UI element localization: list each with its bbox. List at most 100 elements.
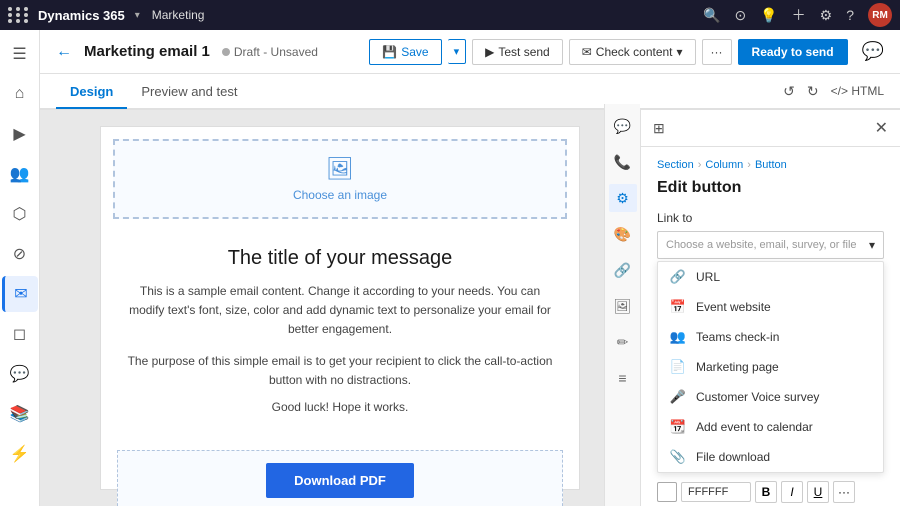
- image-icon: 🖼: [326, 156, 354, 182]
- expand-icon[interactable]: ⊞: [649, 112, 669, 145]
- sidebar-item-contacts[interactable]: 👥: [2, 156, 38, 192]
- voice-survey-icon: 🎤: [670, 389, 686, 405]
- link-option-url[interactable]: 🔗 URL: [658, 262, 883, 292]
- teams-icon: 👥: [670, 329, 686, 345]
- breadcrumb-sep2: ›: [747, 159, 751, 171]
- sidebar-item-segments[interactable]: ⬡: [2, 196, 38, 232]
- bold-button[interactable]: B: [755, 481, 777, 503]
- url-icon: 🔗: [670, 269, 686, 285]
- add-icon[interactable]: ＋: [792, 5, 806, 25]
- left-sidebar: ☰ ⌂ ▶ 👥 ⬡ ⊘ ✉ ◻ 💬 📚 ⚡: [0, 30, 40, 506]
- edit-panel: Section › Column › Button Edit button Li…: [641, 147, 900, 506]
- underline-button[interactable]: U: [807, 481, 829, 503]
- tab-preview[interactable]: Preview and test: [127, 76, 251, 109]
- undo-button[interactable]: ↺: [783, 83, 795, 100]
- image-panel-icon[interactable]: 🖼: [609, 292, 637, 320]
- help-icon[interactable]: ?: [846, 7, 854, 23]
- email-button-section[interactable]: Download PDF: [117, 450, 563, 506]
- avatar[interactable]: RM: [868, 3, 892, 27]
- link-option-marketing-page[interactable]: 📄 Marketing page: [658, 352, 883, 382]
- close-panel-button[interactable]: ✕: [871, 110, 892, 146]
- email-body-text1[interactable]: This is a sample email content. Change i…: [125, 282, 555, 340]
- email-text-section: The title of your message This is a samp…: [101, 231, 579, 442]
- image-placeholder-label: Choose an image: [293, 188, 387, 202]
- link-dropdown-menu: 🔗 URL 📅 Event website 👥 Teams check-in 📄…: [657, 261, 884, 473]
- calendar-icon: 📆: [670, 419, 686, 435]
- ready-to-send-button[interactable]: Ready to send: [738, 39, 848, 65]
- sidebar-item-recent[interactable]: ▶: [2, 116, 38, 152]
- italic-button[interactable]: I: [781, 481, 803, 503]
- right-panel: ⊞ ✕ Section › Column › Button Edit butto…: [640, 110, 900, 506]
- top-nav-icons: 🔍 ⊙ 💡 ＋ ⚙ ? RM: [703, 3, 892, 27]
- brand-caret-icon[interactable]: ▾: [135, 10, 140, 21]
- link-option-voice-survey[interactable]: 🎤 Customer Voice survey: [658, 382, 883, 412]
- check-caret-icon: ▾: [677, 45, 683, 59]
- link-option-event[interactable]: 📅 Event website: [658, 292, 883, 322]
- brand-name: Dynamics 365: [38, 8, 125, 23]
- sidebar-item-emails[interactable]: ✉: [2, 276, 38, 312]
- sidebar-item-menu[interactable]: ☰: [2, 36, 38, 72]
- format-bar: B I U ···: [657, 477, 884, 506]
- html-button[interactable]: </> HTML: [831, 84, 884, 98]
- breadcrumb-current: Button: [755, 159, 787, 171]
- main-layout: ← Marketing email 1 Draft - Unsaved 💾 Sa…: [40, 30, 900, 506]
- link-option-file[interactable]: 📎 File download: [658, 442, 883, 472]
- text-color-hex-input[interactable]: [681, 482, 751, 502]
- content-area: 🖼 Choose an image The title of your mess…: [40, 110, 900, 506]
- tab-tools: ↺ ↻ </> HTML: [783, 83, 884, 100]
- header-actions: 💾 Save ▾ ▶ Test send ✉ Check content ▾ ·…: [369, 39, 884, 65]
- comments-icon[interactable]: 💬: [862, 41, 884, 62]
- draft-dot-icon: [222, 48, 230, 56]
- breadcrumb-sep1: ›: [698, 159, 702, 171]
- tab-design[interactable]: Design: [56, 76, 127, 109]
- sidebar-item-insights[interactable]: ⚡: [2, 436, 38, 472]
- save-icon: 💾: [382, 45, 397, 59]
- email-lucky-text[interactable]: Good luck! Hope it works.: [125, 400, 555, 414]
- breadcrumb: Section › Column › Button: [657, 159, 884, 171]
- phone-icon[interactable]: 📞: [609, 148, 637, 176]
- link-icon[interactable]: 🔗: [609, 256, 637, 284]
- lightbulb-icon[interactable]: 💡: [760, 7, 777, 24]
- sidebar-item-home[interactable]: ⌂: [2, 76, 38, 112]
- settings-icon[interactable]: ⚙: [820, 7, 833, 24]
- sidebar-item-messages[interactable]: 💬: [2, 356, 38, 392]
- test-send-button[interactable]: ▶ Test send: [472, 39, 563, 65]
- back-button[interactable]: ←: [56, 43, 72, 61]
- comments-panel-icon[interactable]: 💬: [609, 112, 637, 140]
- email-canvas[interactable]: 🖼 Choose an image The title of your mess…: [40, 110, 640, 506]
- marketing-page-icon: 📄: [670, 359, 686, 375]
- pencil-icon[interactable]: ✏: [609, 328, 637, 356]
- sidebar-item-journeys[interactable]: ⊘: [2, 236, 38, 272]
- status-icon[interactable]: ⊙: [734, 7, 746, 24]
- list-icon[interactable]: ≡: [609, 364, 637, 392]
- check-content-button[interactable]: ✉ Check content ▾: [569, 39, 696, 65]
- link-to-label: Link to: [657, 211, 884, 225]
- style-icon[interactable]: 🎨: [609, 220, 637, 248]
- more-format-button[interactable]: ···: [833, 481, 855, 503]
- waffle-icon[interactable]: [8, 7, 30, 23]
- link-to-select[interactable]: Choose a website, email, survey, or file…: [657, 231, 884, 259]
- email-body-text2[interactable]: The purpose of this simple email is to g…: [125, 352, 555, 390]
- redo-button[interactable]: ↻: [807, 83, 819, 100]
- draft-status: Draft - Unsaved: [222, 45, 318, 59]
- save-button[interactable]: 💾 Save: [369, 39, 441, 65]
- email-cta-button[interactable]: Download PDF: [266, 463, 414, 498]
- email-body: 🖼 Choose an image The title of your mess…: [100, 126, 580, 490]
- test-send-icon: ▶: [485, 45, 494, 59]
- properties-icon[interactable]: ⚙: [609, 184, 637, 212]
- text-color-swatch[interactable]: [657, 482, 677, 502]
- link-option-calendar[interactable]: 📆 Add event to calendar: [658, 412, 883, 442]
- email-image-section[interactable]: 🖼 Choose an image: [113, 139, 567, 219]
- page-title: Marketing email 1: [84, 43, 210, 60]
- event-icon: 📅: [670, 299, 686, 315]
- sidebar-item-library[interactable]: 📚: [2, 396, 38, 432]
- email-heading[interactable]: The title of your message: [125, 247, 555, 270]
- more-options-button[interactable]: ···: [702, 39, 732, 65]
- panel-title: Edit button: [657, 179, 884, 197]
- search-icon[interactable]: 🔍: [703, 7, 720, 24]
- secondary-header: ← Marketing email 1 Draft - Unsaved 💾 Sa…: [40, 30, 900, 74]
- sidebar-item-forms[interactable]: ◻: [2, 316, 38, 352]
- top-nav: Dynamics 365 ▾ Marketing 🔍 ⊙ 💡 ＋ ⚙ ? RM: [0, 0, 900, 30]
- save-caret-button[interactable]: ▾: [448, 39, 467, 64]
- link-option-teams[interactable]: 👥 Teams check-in: [658, 322, 883, 352]
